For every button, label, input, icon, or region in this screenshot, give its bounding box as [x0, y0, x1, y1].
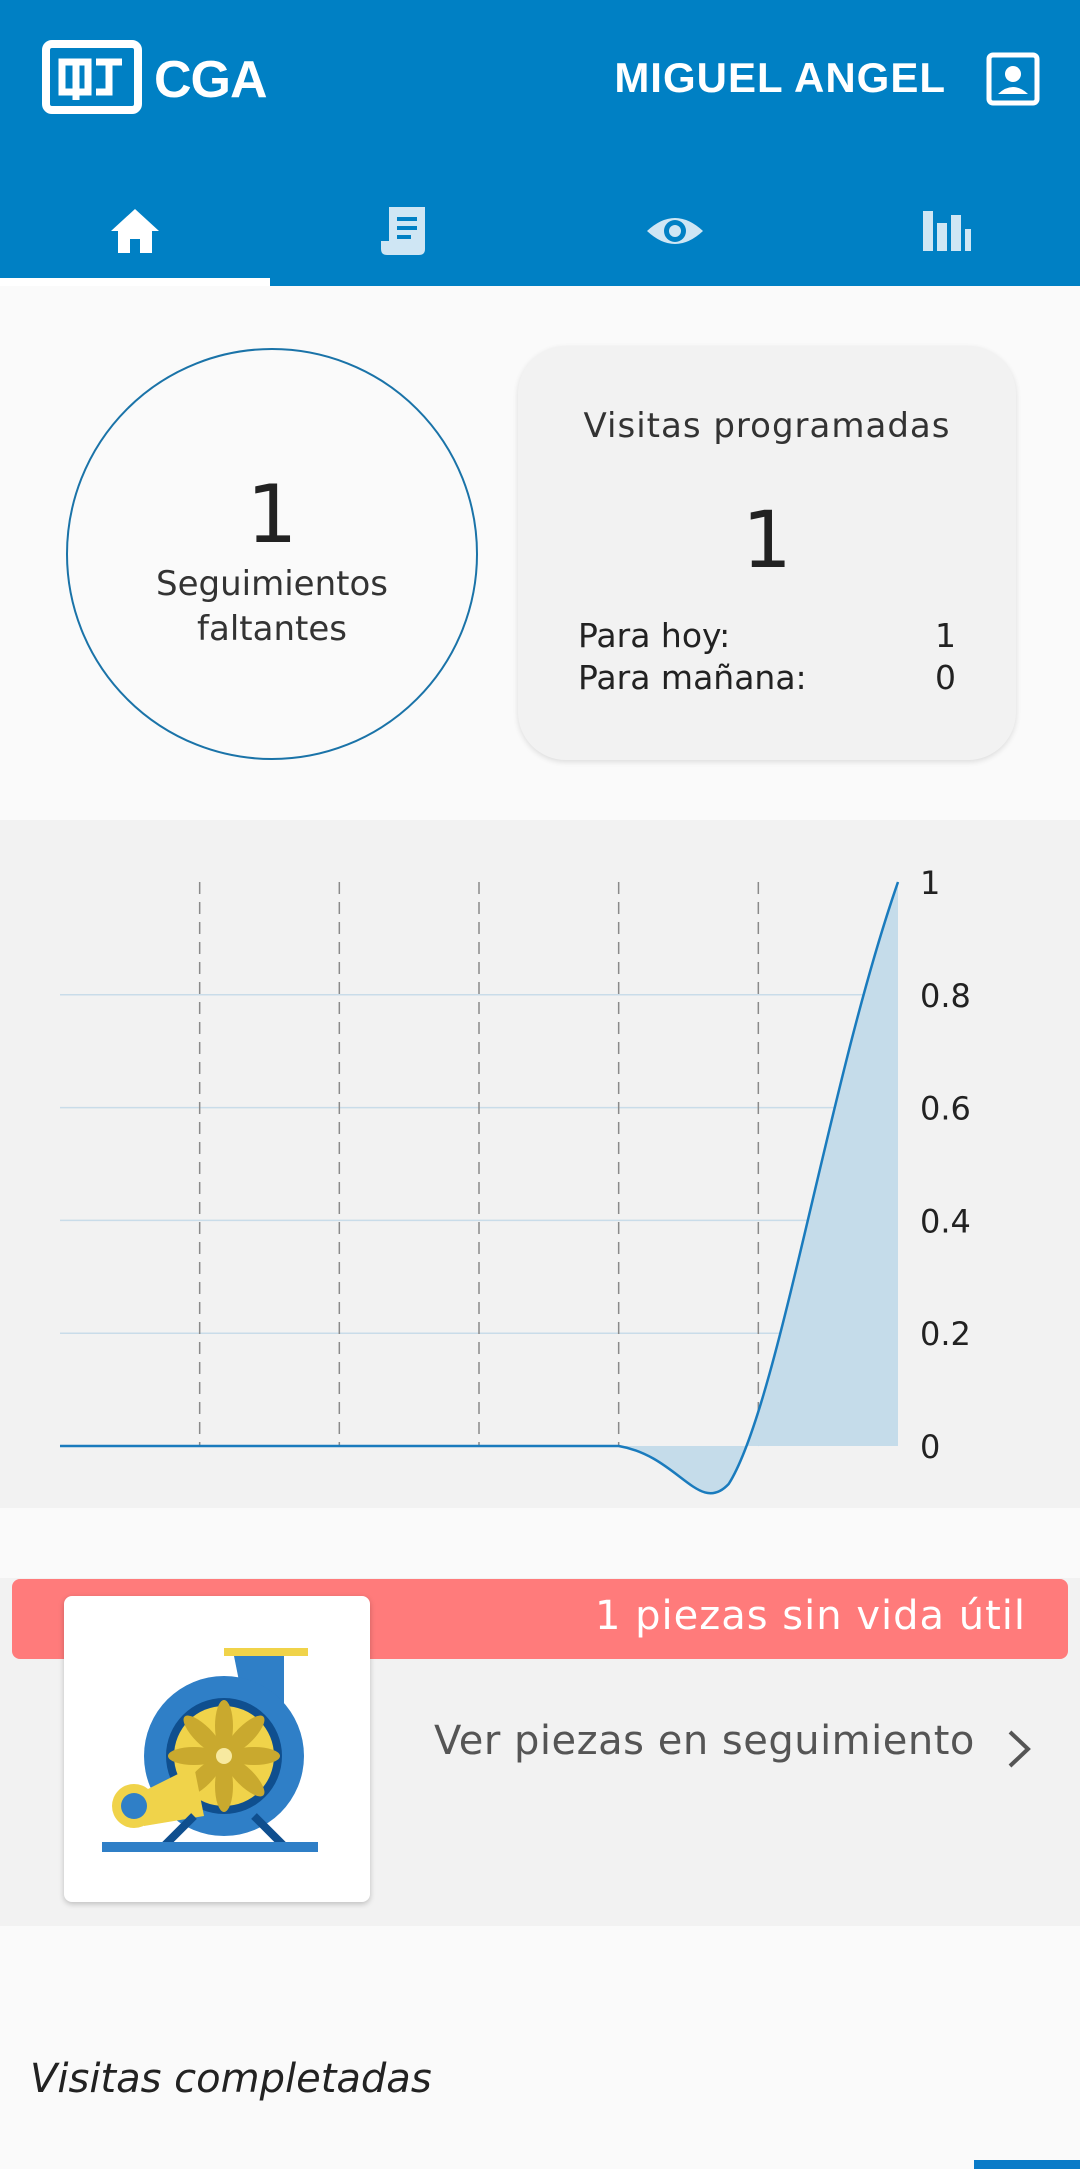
tab-stats[interactable]	[810, 176, 1080, 286]
tab-home[interactable]	[0, 176, 270, 286]
seguimientos-circle[interactable]: 1 Seguimientos faltantes	[66, 348, 478, 760]
user-profile-icon[interactable]	[986, 52, 1040, 106]
scroll-indicator	[974, 2160, 1080, 2169]
visitas-tomorrow-row: Para mañana: 0	[578, 658, 956, 697]
tab-receipts[interactable]	[270, 176, 540, 286]
tab-bar	[0, 176, 1080, 286]
y-tick-label: 0.8	[920, 977, 971, 1015]
y-tick-label: 0.2	[920, 1315, 971, 1353]
y-tick-label: 1	[920, 864, 940, 902]
chart-svg: 0 0.2 0.4 0.6 0.8 1	[59, 864, 971, 1495]
ver-piezas-link[interactable]: Ver piezas en seguimiento	[434, 1718, 975, 1764]
piezas-alert-text: 1 piezas sin vida útil	[594, 1593, 1026, 1639]
chevron-right-icon[interactable]	[1004, 1726, 1034, 1772]
visitas-card-title: Visitas programadas	[583, 406, 951, 446]
visitas-completadas-title: Visitas completadas	[30, 2056, 432, 2102]
visitas-today-label: Para hoy:	[578, 616, 731, 655]
visitas-programadas-card[interactable]: Visitas programadas 1 Para hoy: 1 Para m…	[518, 346, 1016, 760]
visitas-tomorrow-value: 0	[935, 658, 956, 697]
brand-name: CGA	[154, 51, 268, 109]
visitas-tomorrow-label: Para mañana:	[578, 658, 807, 697]
app-header: CGA MIGUEL ANGEL	[0, 0, 1080, 286]
user-name[interactable]: MIGUEL ANGEL	[614, 54, 946, 102]
home-icon	[111, 209, 159, 253]
visitas-today-row: Para hoy: 1	[578, 616, 956, 655]
visitas-total: 1	[742, 496, 792, 586]
receipt-icon	[381, 207, 425, 255]
eye-icon	[647, 218, 703, 244]
visits-chart: 0 0.2 0.4 0.6 0.8 1	[0, 820, 1080, 1508]
y-tick-label: 0.6	[920, 1090, 971, 1128]
visitas-today-value: 1	[935, 616, 956, 655]
bar-chart-icon	[923, 211, 971, 251]
seguimientos-label: Seguimientos faltantes	[156, 564, 388, 649]
cga-logo-icon	[42, 40, 142, 114]
tab-visits[interactable]	[540, 176, 810, 286]
y-tick-label: 0	[920, 1428, 940, 1466]
piezas-section: 1 piezas sin vida útil Ver piezas en seg…	[0, 1508, 1080, 1926]
seguimientos-count: 1	[246, 468, 298, 561]
turbine-fan-icon	[102, 1648, 318, 1852]
y-tick-label: 0.4	[920, 1202, 971, 1240]
piezas-thumbnail[interactable]	[64, 1596, 370, 1902]
